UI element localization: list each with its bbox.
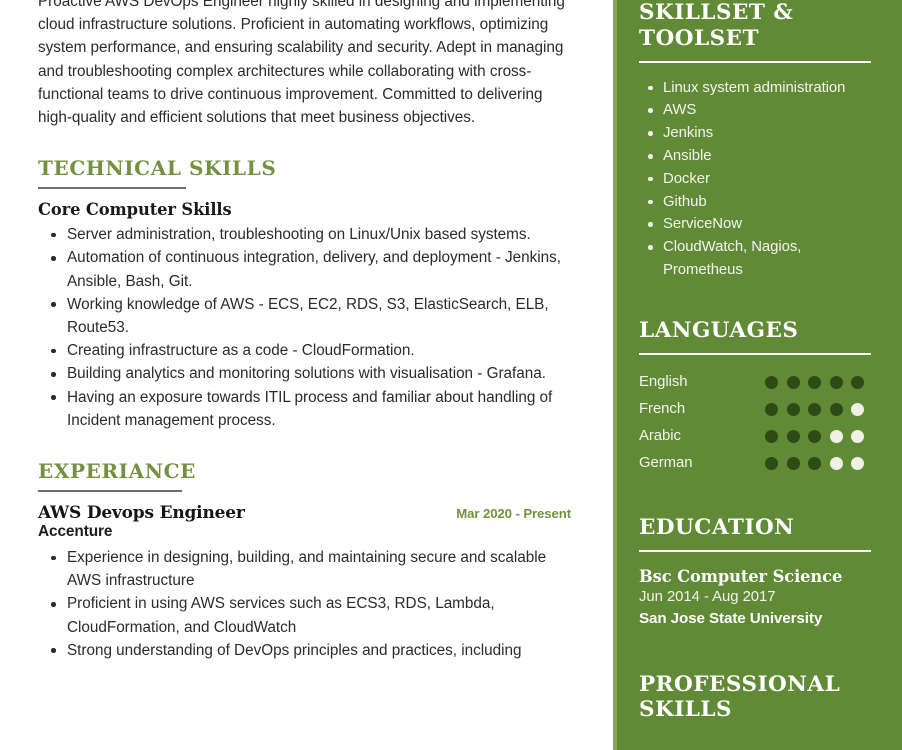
technical-skills-list: Server administration, troubleshooting o… xyxy=(38,223,571,432)
list-item: Strong understanding of DevOps principle… xyxy=(38,639,571,662)
languages-heading: LANGUAGES xyxy=(639,317,799,343)
language-name: English xyxy=(639,374,688,391)
list-item: Jenkins xyxy=(639,122,880,145)
rating-dot-filled xyxy=(786,402,800,416)
list-item: Experience in designing, building, and m… xyxy=(38,546,571,592)
job-date-range: Mar 2020 - Present xyxy=(456,506,571,522)
languages-section: LANGUAGES English French Arabic German xyxy=(639,318,880,477)
core-computer-skills-subheading: Core Computer Skills xyxy=(38,200,232,220)
list-item: Docker xyxy=(639,168,880,191)
list-item: Proficient in using AWS services such as… xyxy=(38,592,571,638)
education-section: EDUCATION Bsc Computer Science Jun 2014 … xyxy=(639,515,880,630)
list-item: Creating infrastructure as a code - Clou… xyxy=(38,339,571,362)
education-dates: Jun 2014 - Aug 2017 xyxy=(639,588,776,605)
sidebar-divider xyxy=(639,61,871,63)
section-divider xyxy=(38,187,186,190)
sidebar-divider xyxy=(639,550,871,552)
list-item: CloudWatch, Nagios, Prometheus xyxy=(639,236,880,282)
list-item: ServiceNow xyxy=(639,213,880,236)
language-row: Arabic xyxy=(639,423,880,450)
job-title: AWS Devops Engineer xyxy=(38,503,245,524)
rating-dot-filled xyxy=(786,456,800,470)
rating-dot-filled xyxy=(765,375,778,389)
language-rating-dots xyxy=(765,429,864,443)
rating-dot-filled xyxy=(765,402,778,416)
language-row: French xyxy=(639,396,880,423)
professional-summary: Proactive AWS DevOps Engineer highly ski… xyxy=(38,0,565,127)
rating-dot-filled xyxy=(808,375,821,389)
language-name: German xyxy=(639,455,693,472)
rating-dot-empty xyxy=(829,429,843,443)
language-rating-dots xyxy=(765,375,864,389)
rating-dot-filled xyxy=(808,456,821,470)
rating-dot-filled xyxy=(808,429,821,443)
rating-dot-filled xyxy=(851,375,864,389)
job-responsibilities-list: Experience in designing, building, and m… xyxy=(38,546,571,662)
skillset-toolset-section: SKILLSET & TOOLSET Linux system administ… xyxy=(639,0,880,282)
job-company: Accenture xyxy=(38,523,113,541)
list-item: Having an exposure towards ITIL process … xyxy=(38,386,571,432)
language-row: German xyxy=(639,450,880,477)
rating-dot-filled xyxy=(786,429,800,443)
list-item: Linux system administration xyxy=(639,77,880,100)
education-school: San Jose State University xyxy=(639,609,823,627)
rating-dot-filled xyxy=(829,402,843,416)
resume-page: Proactive AWS DevOps Engineer highly ski… xyxy=(0,0,902,750)
education-heading: EDUCATION xyxy=(639,514,795,540)
sidebar: SKILLSET & TOOLSET Linux system administ… xyxy=(617,0,902,750)
main-column: Proactive AWS DevOps Engineer highly ski… xyxy=(0,0,613,750)
section-divider xyxy=(38,490,182,493)
experience-section: EXPERIANCE AWS Devops Engineer Mar 2020 … xyxy=(38,460,571,662)
rating-dot-filled xyxy=(829,375,843,389)
language-name: French xyxy=(639,401,686,418)
rating-dot-empty xyxy=(851,456,864,470)
language-row: English xyxy=(639,369,880,396)
sidebar-divider xyxy=(639,353,871,355)
list-item: Working knowledge of AWS - ECS, EC2, RDS… xyxy=(38,293,571,339)
list-item: Building analytics and monitoring soluti… xyxy=(38,362,571,385)
list-item: Server administration, troubleshooting o… xyxy=(38,223,571,246)
professional-skills-section: PROFESSIONAL SKILLS xyxy=(639,672,880,723)
rating-dot-empty xyxy=(851,429,864,443)
technical-skills-section: TECHNICAL SKILLS Core Computer Skills Se… xyxy=(38,157,571,432)
list-item: AWS xyxy=(639,99,880,122)
list-item: Automation of continuous integration, de… xyxy=(38,246,571,292)
experience-entry: AWS Devops Engineer Mar 2020 - Present A… xyxy=(38,503,571,662)
skillset-toolset-heading: SKILLSET & TOOLSET xyxy=(639,0,794,51)
rating-dot-empty xyxy=(851,402,864,416)
experience-heading: EXPERIANCE xyxy=(38,459,196,484)
language-name: Arabic xyxy=(639,428,681,445)
rating-dot-filled xyxy=(765,456,778,470)
job-header-row: AWS Devops Engineer Mar 2020 - Present xyxy=(38,503,571,523)
education-degree: Bsc Computer Science xyxy=(639,566,843,586)
education-entry: Bsc Computer Science Jun 2014 - Aug 2017… xyxy=(639,566,880,630)
technical-skills-heading: TECHNICAL SKILLS xyxy=(38,156,277,181)
skillset-list: Linux system administration AWS Jenkins … xyxy=(639,77,880,282)
rating-dot-filled xyxy=(765,429,778,443)
list-item: Ansible xyxy=(639,145,880,168)
language-rating-dots xyxy=(765,402,864,416)
rating-dot-filled xyxy=(808,402,821,416)
language-rating-dots xyxy=(765,456,864,470)
rating-dot-filled xyxy=(786,375,800,389)
list-item: Github xyxy=(639,191,880,214)
professional-skills-heading: PROFESSIONAL SKILLS xyxy=(639,671,841,723)
rating-dot-empty xyxy=(829,456,843,470)
